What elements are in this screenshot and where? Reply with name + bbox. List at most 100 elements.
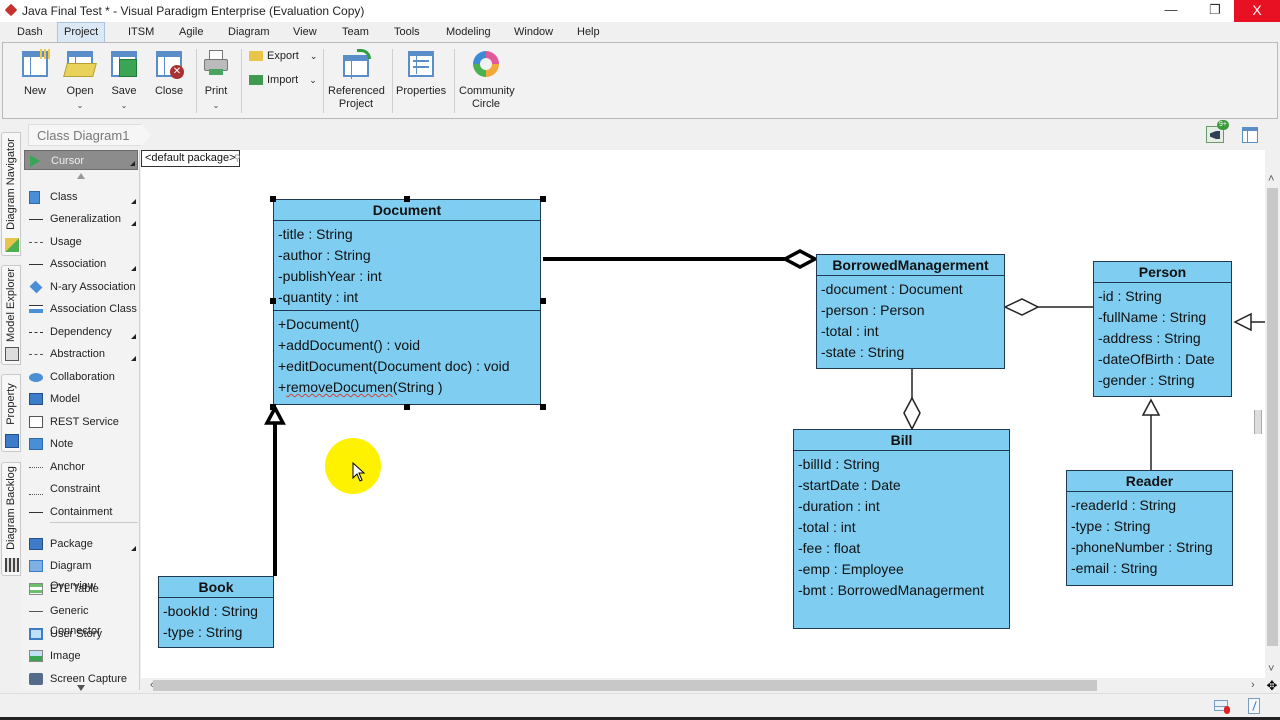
palette-generalization[interactable]: Generalization [24,209,138,229]
operation[interactable]: +removeDocumen(String ) [278,377,536,398]
print-button[interactable]: Print ⌄ [201,49,231,112]
pan-move-icon[interactable]: ✥ [1265,679,1279,693]
horizontal-scrollbar[interactable]: ‹ › [141,678,1265,693]
attribute[interactable]: -publishYear : int [278,266,536,287]
resize-handle[interactable] [540,298,546,304]
attribute[interactable]: -quantity : int [278,287,536,308]
operation[interactable]: +Document() [278,314,536,335]
open-button[interactable]: Open ⌄ [63,49,97,112]
panel-splitter-handle[interactable] [1254,410,1262,434]
properties-button[interactable]: Properties [396,49,446,98]
attribute[interactable]: -readerId : String [1071,495,1228,516]
messages-button[interactable] [1214,700,1230,714]
palette-constraint[interactable]: Constraint [24,479,138,499]
resize-handle[interactable] [270,196,276,202]
palette-diagram-overview[interactable]: Diagram Overview [24,556,138,592]
attribute[interactable]: -address : String [1098,328,1227,349]
attribute[interactable]: -startDate : Date [798,475,1005,496]
palette-containment[interactable]: Containment [24,502,138,522]
attribute[interactable]: -person : Person [821,300,1000,321]
operation[interactable]: +editDocument(Document doc) : void [278,356,536,377]
attribute[interactable]: -fee : float [798,538,1005,559]
class-reader[interactable]: Reader -readerId : String -type : String… [1066,470,1233,586]
tab-diagram-backlog[interactable]: Diagram Backlog [1,462,21,576]
tab-model-explorer[interactable]: Model Explorer [1,265,21,365]
palette-abstraction[interactable]: Abstraction [24,344,138,364]
export-dropdown-chevron-icon[interactable]: ⌄ [310,51,318,61]
palette-image[interactable]: Image [24,646,138,666]
save-dropdown-chevron-icon[interactable]: ⌄ [109,99,139,112]
submenu-triangle-icon[interactable] [130,161,135,166]
tab-diagram-navigator[interactable]: Diagram Navigator [1,132,21,256]
attribute[interactable]: -type : String [1071,516,1228,537]
attribute[interactable]: -dateOfBirth : Date [1098,349,1227,370]
layout-panel-button[interactable] [1242,127,1258,143]
palette-package[interactable]: Package [24,534,138,554]
tab-property[interactable]: Property [1,374,21,452]
export-button[interactable]: Export ⌄ [249,47,317,65]
resize-handle[interactable] [270,298,276,304]
class-borrowed-managerment[interactable]: BorrowedManagerment -document : Document… [816,254,1005,369]
vertical-scroll-thumb[interactable] [1267,188,1278,646]
diagram-tab[interactable]: Class Diagram1 [28,124,153,146]
menu-agile[interactable]: Agile [173,22,209,42]
attribute[interactable]: -bmt : BorrowedManagerment [798,580,1005,601]
attribute[interactable]: -fullName : String [1098,307,1227,328]
palette-usage[interactable]: Usage [24,232,138,252]
scroll-right-icon[interactable]: › [1251,678,1255,692]
palette-model[interactable]: Model [24,389,138,409]
palette-etl-table[interactable]: ETL Table [24,579,138,599]
menu-window[interactable]: Window [508,22,559,42]
attribute[interactable]: -gender : String [1098,370,1227,391]
class-bill[interactable]: Bill -billId : String -startDate : Date … [793,429,1010,629]
palette-class[interactable]: Class [24,187,138,207]
submenu-triangle-icon[interactable] [131,546,136,551]
diagram-canvas[interactable]: <default package> ⚲ Document -title: St… [141,150,1265,678]
scroll-up-icon[interactable]: ˄ [1268,172,1274,186]
palette-association-class[interactable]: Association Class [24,299,138,319]
palette-generic-connector[interactable]: Generic Connector [24,601,138,637]
import-button[interactable]: Import ⌄ [249,71,317,89]
palette-n-ary-association[interactable]: N-ary Association [24,277,138,297]
print-dropdown-chevron-icon[interactable]: ⌄ [201,99,231,112]
attribute[interactable]: -total : int [821,321,1000,342]
menu-help[interactable]: Help [571,22,606,42]
menu-tools[interactable]: Tools [388,22,426,42]
resize-handle[interactable] [404,196,410,202]
submenu-triangle-icon[interactable] [131,356,136,361]
notifications-button[interactable]: 9+ [1206,120,1229,143]
save-button[interactable]: Save ⌄ [109,49,139,112]
attribute[interactable]: -emp : Employee [798,559,1005,580]
menu-diagram[interactable]: Diagram [222,22,276,42]
edit-notes-button[interactable] [1248,698,1260,714]
submenu-triangle-icon[interactable] [131,266,136,271]
attribute[interactable]: -phoneNumber : String [1071,537,1228,558]
attribute[interactable]: -author : String [278,245,536,266]
import-dropdown-chevron-icon[interactable]: ⌄ [309,75,317,85]
palette-dependency[interactable]: Dependency [24,322,138,342]
vertical-scrollbar[interactable]: ˄ ˅ [1265,170,1280,678]
palette-anchor[interactable]: Anchor [24,457,138,477]
palette-collaboration[interactable]: Collaboration [24,367,138,387]
resize-handle[interactable] [540,196,546,202]
menu-dash[interactable]: Dash [11,22,49,42]
palette-scroll-down-icon[interactable] [77,685,85,691]
palette-note[interactable]: Note [24,434,138,454]
menu-team[interactable]: Team [336,22,375,42]
resize-handle[interactable] [540,404,546,410]
open-dropdown-chevron-icon[interactable]: ⌄ [63,99,97,112]
attribute[interactable]: -state : String [821,342,1000,363]
class-book[interactable]: Book -bookId : String -type : String [158,576,274,648]
resize-handle[interactable] [404,404,410,410]
attribute[interactable]: -billId : String [798,454,1005,475]
community-circle-button[interactable]: Community Circle [459,49,515,111]
class-person[interactable]: Person -id : String -fullName : String -… [1093,261,1232,397]
horizontal-scroll-thumb[interactable] [153,680,1097,691]
submenu-triangle-icon[interactable] [131,334,136,339]
attribute[interactable]: -document : Document [821,279,1000,300]
submenu-triangle-icon[interactable] [131,199,136,204]
palette-association[interactable]: Association [24,254,138,274]
restore-button[interactable]: ❐ [1192,0,1238,22]
class-document[interactable]: Document -title : String -author : Strin… [273,199,541,405]
attribute[interactable]: -bookId : String [163,601,269,622]
